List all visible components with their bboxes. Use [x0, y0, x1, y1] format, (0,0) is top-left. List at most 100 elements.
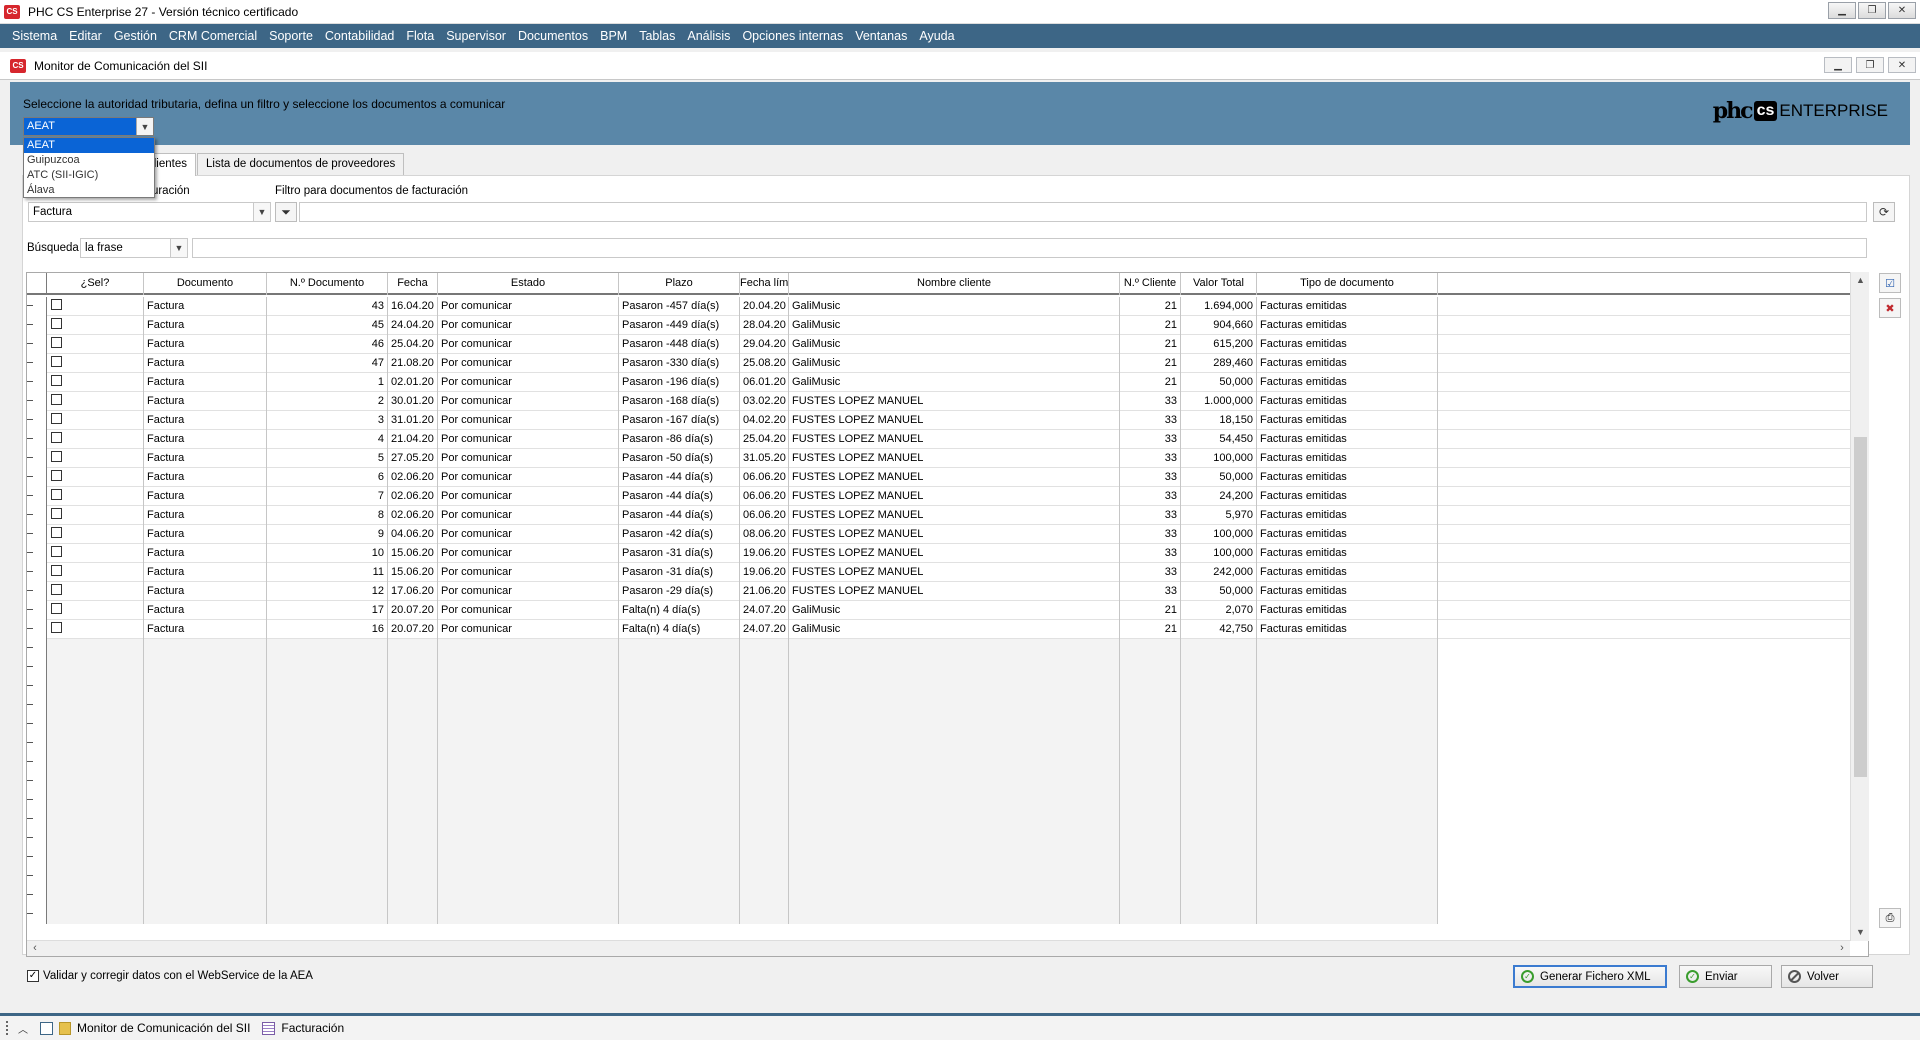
row-select-checkbox[interactable]: [51, 375, 62, 386]
horizontal-scrollbar[interactable]: ‹ ›: [27, 940, 1850, 956]
table-row[interactable]: Factura 2 30.01.20 Por comunicar Pasaron -16…: [27, 392, 1868, 411]
col-estado-header[interactable]: Estado: [438, 273, 619, 295]
deselect-all-icon[interactable]: ✖: [1879, 298, 1901, 318]
row-select-checkbox[interactable]: [51, 584, 62, 595]
inner-minimize-button[interactable]: ▁: [1824, 57, 1852, 73]
menu-analisis[interactable]: Análisis: [681, 29, 736, 43]
row-select-checkbox[interactable]: [51, 356, 62, 367]
menu-crm-comercial[interactable]: CRM Comercial: [163, 29, 263, 43]
col-plazo-header[interactable]: Plazo: [619, 273, 740, 295]
col-nombre-cliente-header[interactable]: Nombre cliente: [789, 273, 1120, 295]
chevron-down-icon[interactable]: ▼: [170, 239, 187, 257]
menu-ayuda[interactable]: Ayuda: [913, 29, 960, 43]
row-select-checkbox[interactable]: [51, 432, 62, 443]
doc-type-select[interactable]: Factura ▼: [28, 202, 271, 222]
back-button[interactable]: Volver: [1781, 965, 1873, 988]
row-select-checkbox[interactable]: [51, 413, 62, 424]
menu-contabilidad[interactable]: Contabilidad: [319, 29, 401, 43]
table-row[interactable]: Factura 8 02.06.20 Por comunicar Pasaron -44…: [27, 506, 1868, 525]
minimize-button[interactable]: ▁: [1828, 2, 1856, 19]
row-select-checkbox[interactable]: [51, 527, 62, 538]
table-row[interactable]: Factura 3 31.01.20 Por comunicar Pasaron -16…: [27, 411, 1868, 430]
chevron-up-icon[interactable]: ︿: [18, 1021, 28, 1036]
table-row[interactable]: Factura 45 24.04.20 Por comunicar Pasaron -4…: [27, 316, 1868, 335]
validate-checkbox-row[interactable]: ✓ Validar y corregir datos con el WebSer…: [27, 970, 313, 982]
chevron-down-icon[interactable]: ▼: [136, 118, 153, 135]
table-row[interactable]: Factura 46 25.04.20 Por comunicar Pasaron -4…: [27, 335, 1868, 354]
search-input[interactable]: [192, 238, 1867, 258]
restore-button[interactable]: ❐: [1858, 2, 1886, 19]
scroll-right-icon[interactable]: ›: [1834, 941, 1850, 957]
validate-checkbox[interactable]: ✓: [27, 970, 39, 982]
col-sel-header[interactable]: ¿Sel?: [47, 273, 144, 295]
grip-handle[interactable]: [6, 1021, 10, 1035]
tab-proveedores[interactable]: Lista de documentos de proveedores: [197, 153, 405, 175]
search-mode-select[interactable]: la frase ▼: [80, 238, 188, 258]
table-row[interactable]: Factura 7 02.06.20 Por comunicar Pasaron -44…: [27, 487, 1868, 506]
menu-editar[interactable]: Editar: [63, 29, 108, 43]
col-fecha-lim-header[interactable]: Fecha lím: [740, 273, 789, 295]
scroll-up-icon[interactable]: ▲: [1851, 272, 1870, 289]
select-all-icon[interactable]: ☑: [1879, 273, 1901, 293]
menu-sistema[interactable]: Sistema: [6, 29, 63, 43]
inner-restore-button[interactable]: ❐: [1856, 57, 1884, 73]
col-num-documento-header[interactable]: N.º Documento: [267, 273, 388, 295]
table-row[interactable]: Factura 17 20.07.20 Por comunicar Falta(n) 4…: [27, 601, 1868, 620]
scroll-down-icon[interactable]: ▼: [1851, 924, 1870, 941]
table-row[interactable]: Factura 4 21.04.20 Por comunicar Pasaron -86…: [27, 430, 1868, 449]
vertical-scrollbar[interactable]: ▲ ▼: [1850, 272, 1869, 941]
col-documento-header[interactable]: Documento: [144, 273, 267, 295]
menu-gestion[interactable]: Gestión: [108, 29, 163, 43]
row-select-checkbox[interactable]: [51, 565, 62, 576]
row-select-checkbox[interactable]: [51, 451, 62, 462]
table-row[interactable]: Factura 9 04.06.20 Por comunicar Pasaron -42…: [27, 525, 1868, 544]
refresh-icon[interactable]: ⟳: [1873, 202, 1895, 222]
table-row[interactable]: Factura 43 16.04.20 Por comunicar Pasaron -4…: [27, 297, 1868, 316]
row-select-checkbox[interactable]: [51, 299, 62, 310]
col-valor-total-header[interactable]: Valor Total: [1181, 273, 1257, 295]
filter-input[interactable]: [299, 202, 1867, 222]
row-select-checkbox[interactable]: [51, 394, 62, 405]
table-row[interactable]: Factura 5 27.05.20 Por comunicar Pasaron -50…: [27, 449, 1868, 468]
row-select-checkbox[interactable]: [51, 546, 62, 557]
authority-option[interactable]: AEAT: [24, 138, 154, 153]
row-select-checkbox[interactable]: [51, 489, 62, 500]
send-button[interactable]: ✓ Enviar: [1679, 965, 1772, 988]
table-row[interactable]: Factura 16 20.07.20 Por comunicar Falta(n) 4…: [27, 620, 1868, 639]
print-icon[interactable]: ⎙: [1879, 908, 1901, 928]
row-select-checkbox[interactable]: [51, 337, 62, 348]
table-row[interactable]: Factura 11 15.06.20 Por comunicar Pasaron -3…: [27, 563, 1868, 582]
row-select-checkbox[interactable]: [51, 622, 62, 633]
inner-close-button[interactable]: ✕: [1888, 57, 1916, 73]
menu-tablas[interactable]: Tablas: [633, 29, 681, 43]
authority-option[interactable]: Álava: [24, 183, 154, 198]
authority-option[interactable]: ATC (SII-IGIC): [24, 168, 154, 183]
row-select-checkbox[interactable]: [51, 470, 62, 481]
menu-supervisor[interactable]: Supervisor: [440, 29, 512, 43]
menu-opciones-internas[interactable]: Opciones internas: [736, 29, 849, 43]
filter-icon[interactable]: ⏷: [275, 202, 297, 222]
taskbar-item-facturacion[interactable]: Facturación: [262, 1021, 344, 1035]
chevron-down-icon[interactable]: ▼: [253, 203, 270, 221]
table-row[interactable]: Factura 12 17.06.20 Por comunicar Pasaron -2…: [27, 582, 1868, 601]
menu-documentos[interactable]: Documentos: [512, 29, 594, 43]
close-button[interactable]: ✕: [1888, 2, 1916, 19]
col-num-cliente-header[interactable]: N.º Cliente: [1120, 273, 1181, 295]
col-tipo-documento-header[interactable]: Tipo de documento: [1257, 273, 1438, 295]
scroll-left-icon[interactable]: ‹: [27, 941, 43, 957]
scroll-thumb[interactable]: [1854, 437, 1867, 777]
authority-option[interactable]: Guipuzcoa: [24, 153, 154, 168]
taskbar-item-monitor[interactable]: Monitor de Comunicación del SII: [40, 1021, 250, 1035]
generate-xml-button[interactable]: ✓ Generar Fichero XML: [1513, 965, 1667, 988]
row-select-checkbox[interactable]: [51, 318, 62, 329]
menu-soporte[interactable]: Soporte: [263, 29, 319, 43]
menu-bpm[interactable]: BPM: [594, 29, 633, 43]
menu-ventanas[interactable]: Ventanas: [849, 29, 913, 43]
authority-select[interactable]: AEAT ▼: [23, 117, 154, 136]
table-row[interactable]: Factura 1 02.01.20 Por comunicar Pasaron -19…: [27, 373, 1868, 392]
table-row[interactable]: Factura 10 15.06.20 Por comunicar Pasaron -3…: [27, 544, 1868, 563]
row-select-checkbox[interactable]: [51, 603, 62, 614]
row-select-checkbox[interactable]: [51, 508, 62, 519]
table-row[interactable]: Factura 47 21.08.20 Por comunicar Pasaron -3…: [27, 354, 1868, 373]
col-fecha-header[interactable]: Fecha: [388, 273, 438, 295]
